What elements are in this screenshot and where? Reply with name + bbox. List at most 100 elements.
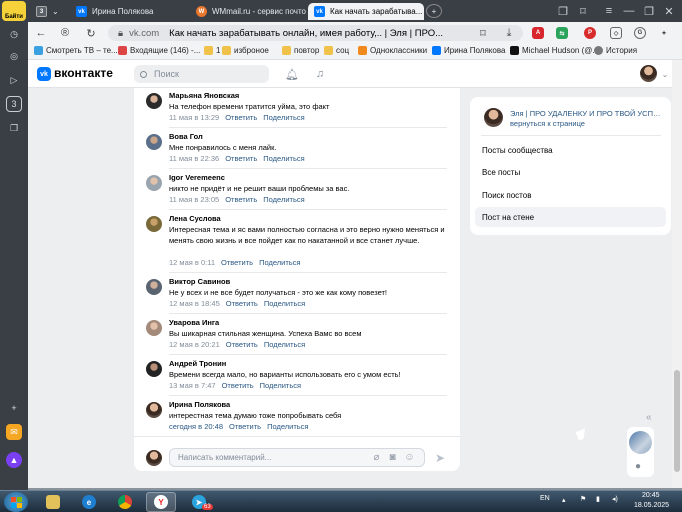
chat-contact-avatar[interactable] xyxy=(629,431,652,454)
notifications-bell-icon[interactable]: 🔔︎ xyxy=(285,67,299,81)
tab-active-vk-post[interactable]: vk Как начать зарабатыва... ✕ xyxy=(308,3,424,20)
music-icon[interactable]: ♫ xyxy=(313,67,327,81)
sidebar-item-wall-post[interactable]: Пост на стене xyxy=(475,207,666,227)
maximize-icon[interactable]: ❐ xyxy=(642,4,656,18)
reply-link[interactable]: Ответить xyxy=(222,381,254,390)
extensions-icon[interactable]: ✦ xyxy=(658,27,670,39)
commenter-name[interactable]: Вова Гол xyxy=(169,132,203,141)
commenter-avatar[interactable] xyxy=(146,361,162,377)
comment-date[interactable]: 11 мая в 22:36 xyxy=(169,154,219,163)
community-avatar[interactable] xyxy=(484,108,503,127)
bookmark-1[interactable]: 1 xyxy=(204,46,220,55)
comment-date[interactable]: 12 мая в 18:45 xyxy=(169,299,220,308)
collections-icon[interactable]: ❐ xyxy=(6,120,22,136)
reload-icon[interactable]: ↻ xyxy=(84,26,98,40)
clock-date[interactable]: 18.05.2025 xyxy=(634,502,669,509)
user-avatar[interactable] xyxy=(640,65,657,82)
taskbar-explorer[interactable] xyxy=(38,492,68,512)
commenter-name[interactable]: Марьяна Яновская xyxy=(169,91,239,100)
reply-link[interactable]: Ответить xyxy=(226,299,258,308)
new-tab-button[interactable]: + xyxy=(426,4,442,18)
taskbar-telegram[interactable]: ➤ 63 xyxy=(184,492,214,512)
page-scrollbar[interactable] xyxy=(672,60,682,488)
vk-logo-text[interactable]: вконтакте xyxy=(54,66,113,80)
tab-wmmail[interactable]: W WMmail.ru - сервис почтов... xyxy=(190,3,306,20)
share-link[interactable]: Поделиться xyxy=(263,113,304,122)
network-icon[interactable]: ▮ xyxy=(596,495,600,503)
bookmark-page-icon[interactable]: ⌑ xyxy=(476,26,490,40)
commenter-name[interactable]: Igor Veremeenc xyxy=(169,173,225,182)
tabs-count-badge[interactable]: 3 xyxy=(6,96,22,112)
tab-group-toggle[interactable]: 3 ⌄ xyxy=(30,3,66,20)
history-icon[interactable]: ◷ xyxy=(6,26,22,42)
tab-irina-polyakova[interactable]: vk Ирина Полякова xyxy=(70,3,188,20)
commenter-name[interactable]: Андрей Тронин xyxy=(169,359,226,368)
download-icon[interactable]: ⤓ xyxy=(502,26,516,40)
community-title-link[interactable]: Эля | ПРО УДАЛЕНКУ И ПРО ТВОЙ УСПЕХ... xyxy=(510,109,665,118)
bookmark-michael[interactable]: Michael Hudson (@... xyxy=(510,46,599,55)
share-link[interactable]: Поделиться xyxy=(264,340,305,349)
taskbar-ie[interactable]: e xyxy=(74,492,104,512)
commenter-avatar[interactable] xyxy=(146,279,162,295)
commenter-avatar[interactable] xyxy=(146,134,162,150)
comment-date[interactable]: 12 мая в 20:21 xyxy=(169,340,220,349)
alice-icon[interactable]: ◎ xyxy=(6,48,22,64)
reply-link[interactable]: Ответить xyxy=(226,340,258,349)
taskbar-chrome[interactable] xyxy=(110,492,140,512)
extension-g-icon[interactable]: G xyxy=(634,27,646,39)
bookmark-tv[interactable]: Смотреть ТВ – те... xyxy=(34,46,118,55)
sidebar-item-all-posts[interactable]: Все посты xyxy=(475,162,666,182)
commenter-name[interactable]: Виктор Савинов xyxy=(169,277,230,286)
send-icon[interactable]: ➤ xyxy=(435,451,449,465)
scrollbar-thumb[interactable] xyxy=(674,370,680,472)
comment-date[interactable]: 12 мая в 0:11 xyxy=(169,258,215,267)
share-link[interactable]: Поделиться xyxy=(259,258,300,267)
bookmark-irina[interactable]: Ирина Полякова xyxy=(432,46,505,55)
share-link[interactable]: Поделиться xyxy=(260,381,301,390)
taskbar-yandex-browser[interactable]: Y xyxy=(146,492,176,512)
vk-search-input[interactable]: Поиск xyxy=(134,65,269,83)
comment-date[interactable]: 11 мая в 23:05 xyxy=(169,195,219,204)
commenter-avatar[interactable] xyxy=(146,175,162,191)
reply-link[interactable]: Ответить xyxy=(229,422,261,431)
bookmark-inbox[interactable]: Входящие (146) -... xyxy=(118,46,200,55)
yandex-logo[interactable]: Байти xyxy=(2,1,26,21)
bookmark-izbronoe[interactable]: изброное xyxy=(222,46,269,55)
reply-link[interactable]: Ответить xyxy=(225,154,257,163)
sidebar-item-search-posts[interactable]: Поиск постов xyxy=(475,185,666,205)
commenter-name[interactable]: Лена Суслова xyxy=(169,214,221,223)
close-window-icon[interactable]: ✕ xyxy=(662,4,676,18)
share-link[interactable]: Поделиться xyxy=(267,422,308,431)
commenter-avatar[interactable] xyxy=(146,216,162,232)
commenter-avatar[interactable] xyxy=(146,320,162,336)
flag-icon[interactable]: ⚑ xyxy=(580,495,586,503)
commenter-avatar[interactable] xyxy=(146,93,162,109)
bookmark-povtor[interactable]: повтор xyxy=(282,46,319,55)
tray-expand-icon[interactable]: ▴ xyxy=(562,496,566,504)
extension-abp-icon[interactable]: A xyxy=(532,27,544,39)
play-icon[interactable]: ▷ xyxy=(6,72,22,88)
chevron-down-icon[interactable]: ⌄ xyxy=(658,67,672,81)
commenter-name[interactable]: Уварова Инга xyxy=(169,318,219,327)
reply-link[interactable]: Ответить xyxy=(225,195,257,204)
collapse-chats-icon[interactable]: « xyxy=(646,412,652,423)
yandex-id-icon[interactable]: ® xyxy=(58,26,72,40)
reply-link[interactable]: Ответить xyxy=(225,113,257,122)
share-link[interactable]: Поделиться xyxy=(264,299,305,308)
comment-date[interactable]: 13 мая в 7:47 xyxy=(169,381,216,390)
comment-date[interactable]: 11 мая в 13:29 xyxy=(169,113,219,122)
back-icon[interactable]: ← xyxy=(34,26,48,40)
commenter-avatar[interactable] xyxy=(146,402,162,418)
camera-icon[interactable]: ◙ xyxy=(387,452,398,463)
language-indicator[interactable]: EN xyxy=(540,495,550,502)
vk-logo-icon[interactable]: vk xyxy=(37,67,51,81)
extension-pinterest-icon[interactable]: P xyxy=(584,27,596,39)
sidebar-item-community-posts[interactable]: Посты сообщества xyxy=(475,140,666,160)
alice-assistant-icon[interactable]: ▲ xyxy=(6,452,22,468)
comment-date[interactable]: сегодня в 20:48 xyxy=(169,422,223,431)
start-button[interactable] xyxy=(4,492,28,512)
share-link[interactable]: Поделиться xyxy=(263,154,304,163)
add-panel-icon[interactable]: + xyxy=(6,400,22,416)
address-bar[interactable]: 🔒︎ vk.com Как начать зарабатывать онлайн… xyxy=(108,25,523,41)
chat-bubble-icon[interactable]: ● xyxy=(635,461,641,472)
